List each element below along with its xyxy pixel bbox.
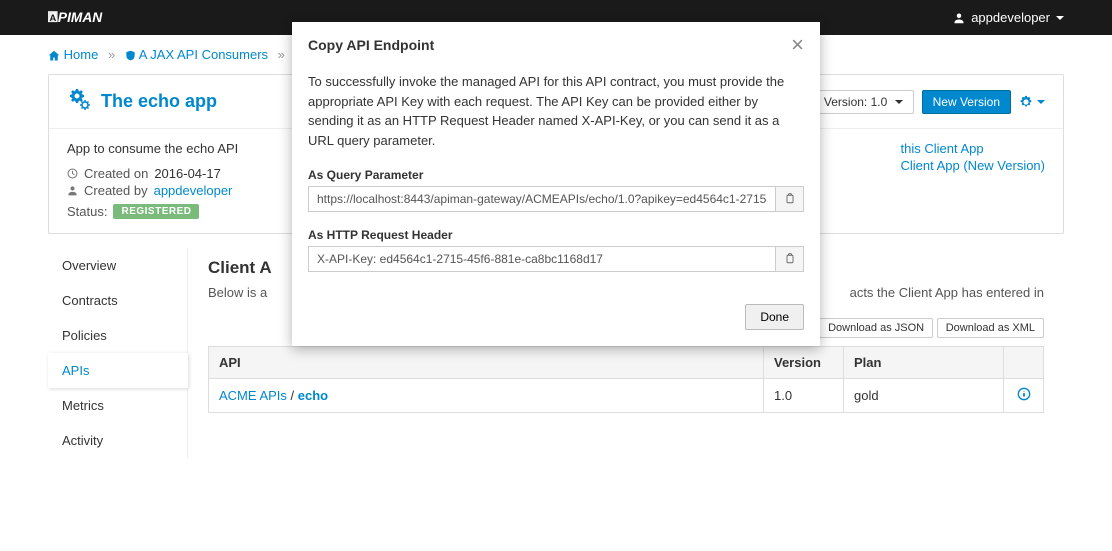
api-plan: gold	[844, 379, 1004, 413]
sidenav-contracts[interactable]: Contracts	[48, 283, 187, 318]
logo[interactable]: APIMANA	[48, 9, 158, 27]
table-row: ACME APIs / echo 1.0 gold	[209, 379, 1044, 413]
svg-text:A: A	[49, 12, 56, 23]
breadcrumb-org[interactable]: A JAX API Consumers	[125, 47, 272, 62]
app-description: App to consume the echo API	[67, 141, 238, 156]
sidenav-activity[interactable]: Activity	[48, 423, 187, 458]
info-icon[interactable]	[1017, 389, 1031, 404]
status-label: Status:	[67, 204, 107, 219]
unregister-link[interactable]: this Client App	[900, 141, 1045, 156]
col-api: API	[209, 347, 764, 379]
modal-intro: To successfully invoke the managed API f…	[308, 72, 804, 150]
gear-icon	[1019, 95, 1033, 109]
user-icon	[67, 185, 78, 196]
reregister-link[interactable]: Client App (New Version)	[900, 158, 1045, 173]
api-version: 1.0	[764, 379, 844, 413]
query-param-input[interactable]	[308, 186, 776, 212]
shield-icon	[125, 50, 136, 61]
col-version: Version	[764, 347, 844, 379]
clipboard-icon	[784, 253, 796, 265]
copy-query-button[interactable]	[776, 186, 804, 212]
api-name-link[interactable]: echo	[298, 388, 328, 403]
header-label: As HTTP Request Header	[308, 228, 804, 242]
col-actions	[1004, 347, 1044, 379]
query-param-label: As Query Parameter	[308, 168, 804, 182]
breadcrumb-sep: »	[108, 47, 115, 62]
created-by-user[interactable]: appdeveloper	[154, 183, 233, 198]
chevron-down-icon	[895, 100, 903, 104]
created-by-label: Created by	[84, 183, 148, 198]
col-plan: Plan	[844, 347, 1004, 379]
api-org-link[interactable]: ACME APIs	[219, 388, 287, 403]
header-input[interactable]	[308, 246, 776, 272]
status-badge: REGISTERED	[113, 204, 199, 219]
created-on-label: Created on	[84, 166, 148, 181]
done-button[interactable]: Done	[745, 304, 804, 330]
settings-dropdown[interactable]	[1019, 95, 1045, 109]
user-name: appdeveloper	[971, 10, 1050, 25]
modal-title: Copy API Endpoint	[308, 37, 434, 53]
user-menu[interactable]: appdeveloper	[953, 10, 1064, 25]
breadcrumb-home[interactable]: Home	[48, 47, 102, 62]
clipboard-icon	[784, 193, 796, 205]
download-xml-button[interactable]: Download as XML	[937, 318, 1044, 338]
apis-table: API Version Plan ACME APIs / echo 1.0 go…	[208, 346, 1044, 413]
chevron-down-icon	[1056, 16, 1064, 20]
version-dropdown[interactable]: Version: 1.0	[813, 90, 914, 114]
home-icon	[48, 50, 60, 62]
gears-icon	[67, 87, 91, 116]
new-version-button[interactable]: New Version	[922, 90, 1011, 114]
chevron-down-icon	[1037, 100, 1045, 104]
page-title: The echo app	[67, 87, 217, 116]
created-on-date: 2016-04-17	[154, 166, 221, 181]
sidenav-metrics[interactable]: Metrics	[48, 388, 187, 423]
sidenav-policies[interactable]: Policies	[48, 318, 187, 353]
sidenav: Overview Contracts Policies APIs Metrics…	[48, 248, 188, 458]
download-json-button[interactable]: Download as JSON	[819, 318, 933, 338]
user-icon	[953, 12, 965, 24]
sidenav-overview[interactable]: Overview	[48, 248, 187, 283]
sidenav-apis[interactable]: APIs	[48, 353, 188, 388]
clock-icon	[67, 168, 78, 179]
copy-header-button[interactable]	[776, 246, 804, 272]
close-button[interactable]: ×	[791, 34, 804, 56]
copy-endpoint-modal: Copy API Endpoint × To successfully invo…	[292, 22, 820, 346]
breadcrumb-sep: »	[278, 47, 285, 62]
